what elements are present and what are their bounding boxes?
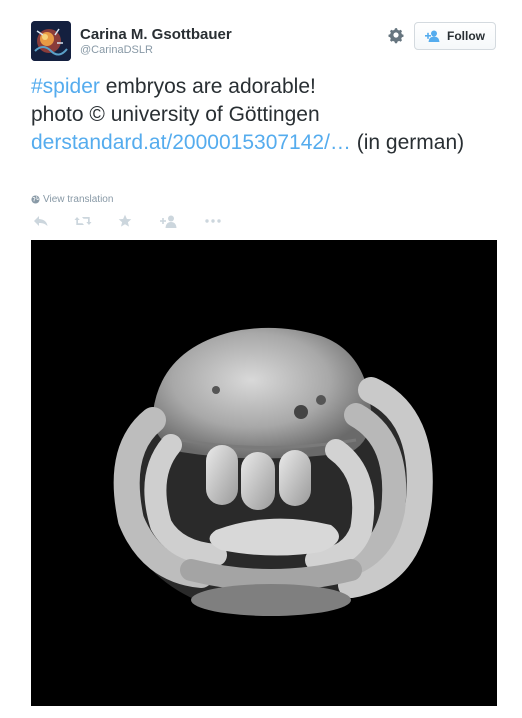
follow-label: Follow	[447, 29, 485, 43]
view-translation-link[interactable]: View translation	[31, 194, 113, 205]
tweet-text: #spider embryos are adorable! photo © un…	[31, 73, 501, 157]
retweet-icon[interactable]	[73, 212, 93, 230]
author-handle[interactable]: @CarinaDSLR	[80, 43, 153, 57]
tweet-text-line1: embryos are adorable!	[99, 75, 316, 98]
follow-button[interactable]: Follow	[414, 22, 496, 50]
gear-icon[interactable]	[386, 25, 406, 45]
hashtag-link[interactable]: #spider	[31, 75, 100, 98]
follow-user-icon[interactable]	[159, 212, 179, 230]
more-icon[interactable]	[203, 212, 223, 230]
follow-user-icon	[425, 30, 441, 42]
reply-icon[interactable]	[31, 212, 51, 230]
view-translation-label: View translation	[43, 194, 114, 205]
tweet-card: Carina M. Gsottbauer @CarinaDSLR Follow …	[0, 0, 522, 718]
author-name[interactable]: Carina M. Gsottbauer	[80, 26, 232, 44]
globe-icon	[31, 195, 40, 204]
tweet-photo[interactable]	[31, 240, 497, 706]
avatar[interactable]	[31, 21, 71, 61]
favorite-star-icon[interactable]	[115, 212, 135, 230]
tweet-text-suffix: (in german)	[350, 131, 465, 154]
tweet-text-line2: photo © university of Göttingen	[31, 103, 320, 126]
article-link[interactable]: derstandard.at/2000015307142/…	[31, 131, 351, 154]
spider-embryo-image	[31, 240, 497, 706]
